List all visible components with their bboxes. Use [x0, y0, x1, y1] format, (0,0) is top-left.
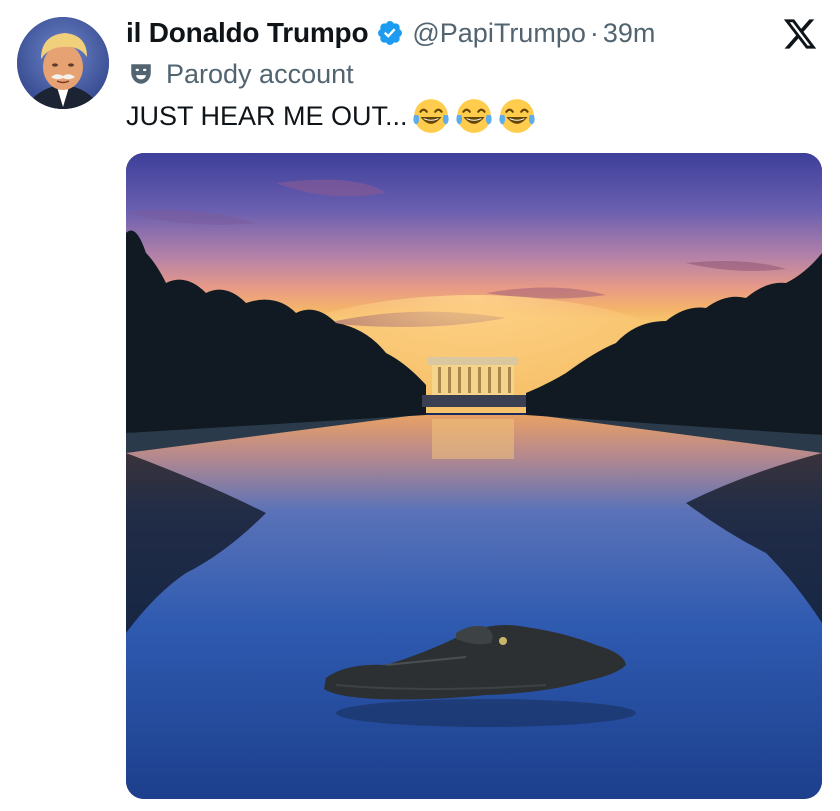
x-logo-icon: [783, 19, 817, 49]
tweet-header: il Donaldo Trumpo @PapiTrumpo · 39m: [126, 14, 655, 52]
parody-label-text: Parody account: [166, 58, 354, 89]
media-photo-illustration: [126, 153, 822, 799]
tears-of-joy-emoji-icon: [498, 99, 535, 133]
avatar-portrait: [17, 17, 109, 109]
theater-mask-icon: [131, 64, 151, 84]
tweet-text: JUST HEAR ME OUT...: [126, 96, 541, 136]
tweet-timestamp[interactable]: 39m: [603, 18, 656, 49]
verified-badge-icon[interactable]: [376, 19, 404, 47]
emoji-row: [412, 97, 541, 135]
author-handle[interactable]: @PapiTrumpo: [412, 18, 585, 49]
parody-label-row: Parody account: [128, 56, 354, 92]
header-separator: ·: [589, 17, 599, 48]
author-display-name[interactable]: il Donaldo Trumpo: [126, 17, 369, 49]
tweet[interactable]: il Donaldo Trumpo @PapiTrumpo · 39m Paro…: [0, 0, 840, 811]
tears-of-joy-emoji-icon: [412, 99, 449, 133]
author-avatar[interactable]: [17, 17, 109, 109]
tweet-text-content: JUST HEAR ME OUT...: [126, 100, 408, 131]
tears-of-joy-emoji-icon: [455, 99, 492, 133]
tweet-media-photo[interactable]: [126, 153, 822, 799]
